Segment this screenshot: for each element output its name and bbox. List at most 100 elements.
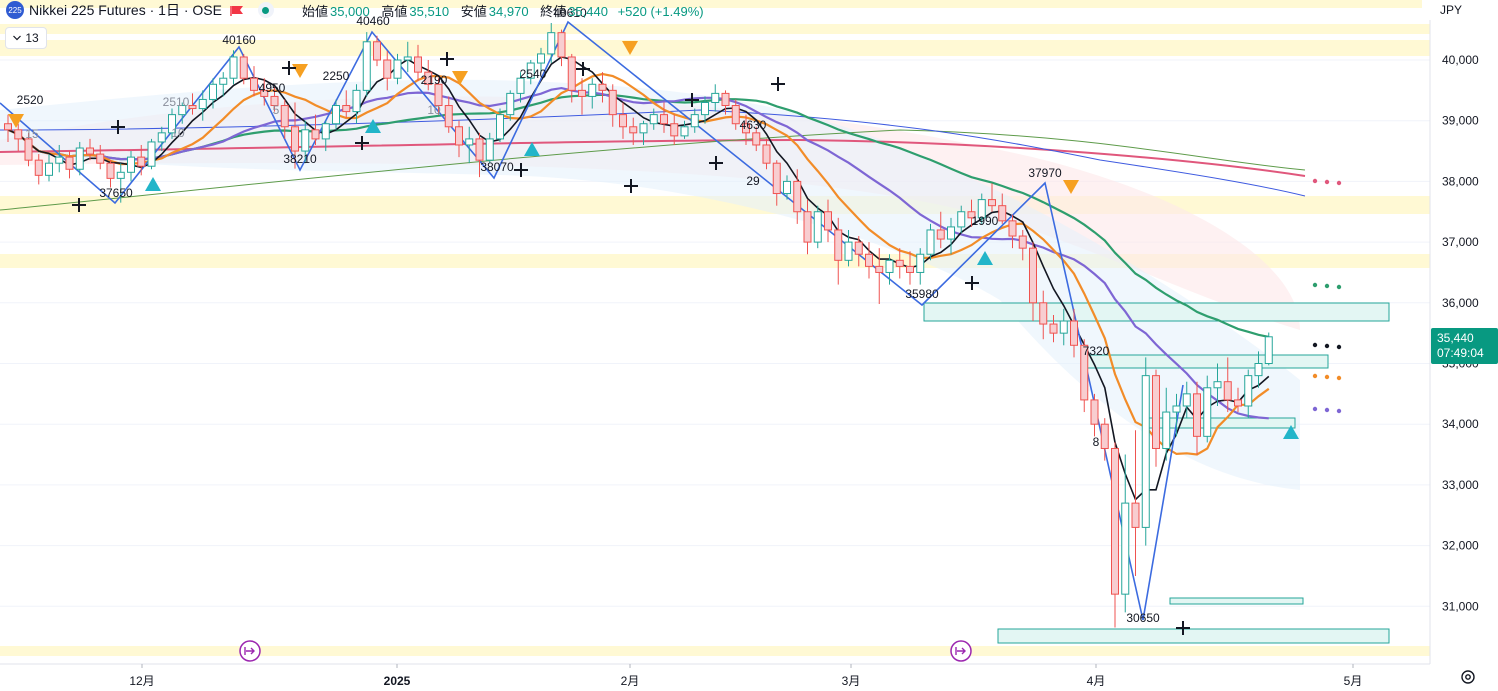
candle-body: [1018, 235, 1027, 249]
candle-body: [557, 32, 566, 58]
close-label: 終値: [540, 3, 567, 19]
candle-body: [106, 162, 115, 179]
candle-body: [803, 211, 812, 243]
x-tick-5: 5月: [1344, 674, 1363, 688]
candle-10: [106, 160, 115, 188]
candle-body: [772, 162, 781, 195]
projection-dot-1-0: [1312, 282, 1318, 288]
symbol-badge[interactable]: 225: [6, 1, 24, 19]
y-tick-5: 36,000: [1442, 296, 1479, 310]
candle-body: [1193, 393, 1201, 437]
candle-body: [578, 89, 586, 97]
indicator-count: 13: [25, 31, 39, 45]
open-label: 始値: [301, 3, 328, 19]
candle-body: [198, 98, 207, 110]
candle-body: [670, 123, 679, 137]
candle-body: [537, 53, 545, 64]
candle-body: [137, 156, 146, 167]
price-chart[interactable]: 2520376504016049503821022504046021903807…: [0, 0, 1498, 691]
candle-body: [229, 56, 238, 79]
minor-label-1: 2510: [163, 95, 190, 109]
projection-dot-2-2: [1336, 344, 1342, 350]
chart-header: 225 Nikkei 225 Futures · 1日 · OSE 始値 35,0…: [6, 1, 704, 19]
symbol-title[interactable]: Nikkei 225 Futures · 1日 · OSE: [29, 0, 222, 20]
candle-body: [465, 138, 474, 146]
candle-body: [936, 229, 945, 240]
indicators-toggle-button[interactable]: 13: [5, 27, 47, 49]
candle-body: [506, 92, 515, 116]
projection-dot-0-0: [1312, 178, 1318, 184]
candle-body: [1254, 363, 1263, 377]
candle-body: [813, 211, 822, 243]
candle-body: [65, 156, 74, 170]
candle-body: [209, 83, 217, 100]
candle-body: [352, 89, 361, 113]
candle-body: [1203, 387, 1212, 437]
candle-body: [1152, 375, 1160, 449]
peak-label-18: 30650: [1126, 611, 1160, 625]
candle-body: [301, 129, 310, 152]
peak-label-3: 4950: [259, 81, 286, 95]
candle-body: [588, 83, 597, 97]
candle-body: [1223, 381, 1232, 401]
candle-body: [752, 132, 761, 146]
candle-body: [1244, 375, 1253, 407]
currency-label[interactable]: JPY: [1422, 0, 1496, 20]
minor-label-4: 10: [427, 103, 441, 117]
candle-body: [701, 101, 709, 116]
candle-body: [649, 114, 658, 125]
candle-body: [1100, 423, 1109, 449]
peak-label-15: 37970: [1028, 166, 1062, 180]
candle-body: [783, 180, 791, 195]
y-tick-7: 38,000: [1442, 174, 1479, 188]
candle-body: [147, 141, 156, 167]
x-tick-1: 2025: [384, 674, 411, 688]
candle-body: [1234, 399, 1242, 407]
candle-108: [1111, 442, 1119, 628]
replay-icon-1[interactable]: [950, 640, 972, 662]
market-status-icon[interactable]: [257, 2, 274, 18]
candle-body: [660, 114, 668, 125]
peak-label-16: 7320: [1083, 344, 1110, 358]
candle-body: [1213, 381, 1222, 389]
gear-icon[interactable]: [1459, 668, 1477, 686]
y-tick-2: 33,000: [1442, 478, 1479, 492]
replay-icon-0[interactable]: [239, 640, 261, 662]
candle-body: [1049, 323, 1058, 334]
candle-body: [998, 205, 1007, 222]
candle-body: [1111, 447, 1119, 595]
zone-box-35000: [1083, 354, 1329, 369]
candle-body: [1182, 393, 1191, 407]
candle-106: [1090, 393, 1099, 437]
bar-countdown: 07:49:04: [1437, 346, 1484, 360]
candle-body: [957, 211, 966, 228]
projection-dot-0-2: [1336, 180, 1342, 186]
flag-icon[interactable]: [230, 4, 244, 16]
candle-body: [1264, 336, 1273, 364]
candle-111: [1141, 357, 1150, 546]
peak-label-0: 2520: [17, 93, 44, 107]
candle-body: [947, 226, 955, 240]
candle-body: [219, 77, 228, 85]
y-tick-8: 39,000: [1442, 114, 1479, 128]
level-band-5: [0, 646, 1430, 656]
candle-body: [854, 241, 863, 255]
y-tick-0: 31,000: [1442, 599, 1479, 613]
candle-body: [824, 211, 832, 231]
candle-body: [721, 92, 730, 107]
y-tick-9: 40,000: [1442, 53, 1479, 67]
x-tick-2: 2月: [621, 674, 640, 688]
ohlc-readout: 始値 35,000 高値 35,510 安値 34,970 終値 35,440 +520…: [294, 1, 704, 20]
projection-dot-4-0: [1312, 406, 1318, 412]
y-tick-3: 34,000: [1442, 417, 1479, 431]
candle-79: [813, 205, 822, 249]
low-label: 安値: [460, 3, 487, 19]
candle-body: [188, 105, 197, 110]
candle-body: [291, 126, 299, 152]
buy-signal-0: [145, 177, 161, 191]
candle-body: [116, 171, 125, 179]
candle-body: [598, 83, 607, 91]
open-value: 35,000: [329, 3, 370, 19]
candle-body: [639, 123, 648, 134]
time-axis: 12月 2025 2月 3月 4月 5月: [129, 664, 1362, 688]
